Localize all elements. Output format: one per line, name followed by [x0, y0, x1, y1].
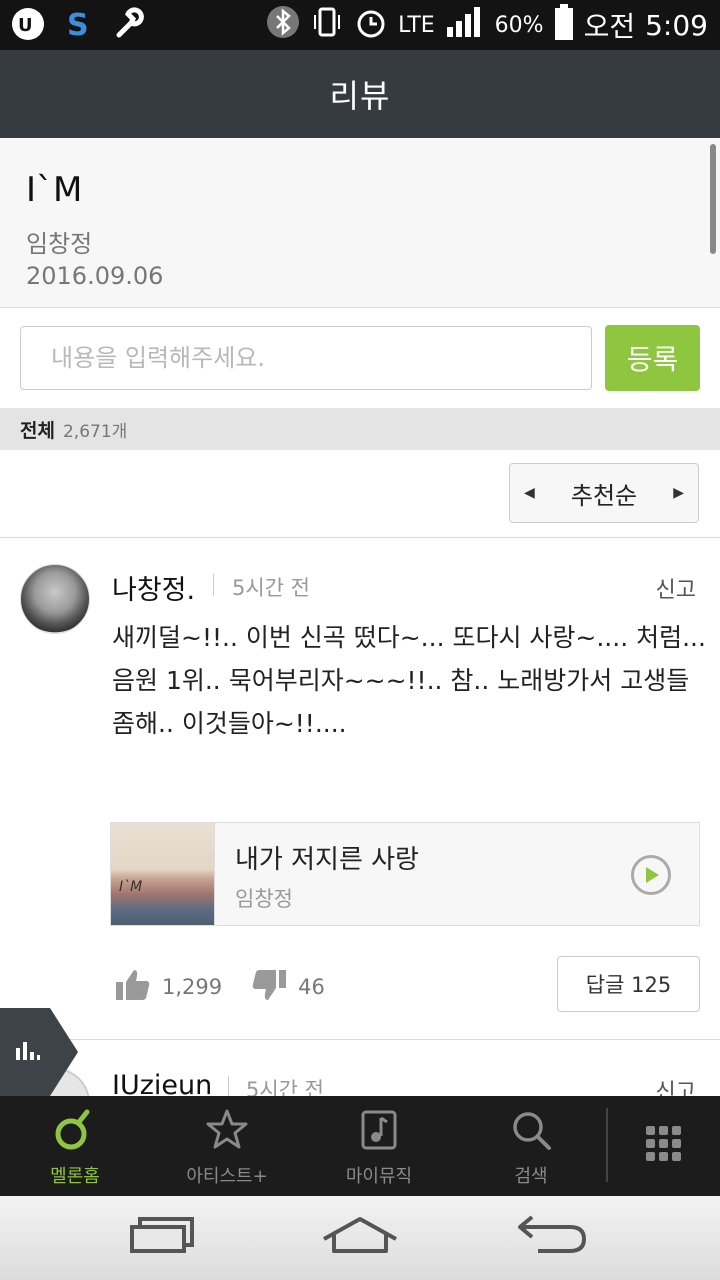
review-username[interactable]: IUzieun — [112, 1070, 212, 1096]
sort-selector[interactable]: ◀ 추천순 ▶ — [509, 463, 699, 523]
nav-label: 아티스트+ — [186, 1166, 268, 1187]
review-count-bar: 전체 2,671개 — [0, 408, 720, 450]
status-bar: U S LTE 60% 오전 5:09 — [0, 0, 720, 50]
sort-next-icon[interactable]: ▶ — [673, 485, 684, 501]
album-artist: 임창정 — [26, 230, 93, 258]
review-time: 5시간 전 — [246, 1078, 324, 1096]
review-time: 5시간 전 — [232, 576, 310, 600]
reaction-row: 1,299 46 — [114, 966, 353, 1008]
nav-my-music[interactable]: 마이뮤직 — [304, 1096, 454, 1196]
music-note-icon — [357, 1108, 401, 1156]
thumbs-down-icon[interactable] — [250, 966, 288, 1008]
nav-melon-home[interactable]: 멜론홈 — [0, 1096, 150, 1196]
alarm-icon — [354, 5, 388, 46]
svg-text:U: U — [18, 15, 33, 36]
nav-label: 검색 — [514, 1166, 548, 1187]
album-release-date: 2016.09.06 — [26, 262, 164, 290]
bottom-nav: 멜론홈 아티스트+ 마이뮤직 검색 — [0, 1096, 720, 1196]
nav-more-menu[interactable] — [614, 1096, 714, 1196]
album-title: I`M — [26, 170, 83, 210]
system-nav-bar — [0, 1196, 720, 1280]
song-title: 내가 저지른 사랑 — [235, 845, 419, 875]
clock-time: 5:09 — [645, 8, 708, 42]
comment-form: 등록 — [0, 308, 720, 408]
page-title: 리뷰 — [329, 77, 391, 115]
sort-row: ◀ 추천순 ▶ — [0, 450, 720, 538]
dislike-count: 46 — [298, 975, 325, 999]
network-type: LTE — [398, 12, 435, 38]
song-artist: 임창정 — [235, 887, 293, 911]
submit-button[interactable]: 등록 — [605, 325, 700, 391]
uplus-icon: U — [10, 6, 46, 42]
signal-icon — [445, 5, 485, 46]
nav-label: 멜론홈 — [50, 1166, 100, 1187]
melon-home-icon — [53, 1108, 97, 1156]
nav-artist-plus[interactable]: 아티스트+ — [152, 1096, 302, 1196]
star-icon — [205, 1108, 249, 1156]
wrench-icon — [110, 6, 146, 42]
report-button[interactable]: 신고 — [656, 1074, 696, 1096]
svg-text:S: S — [67, 8, 89, 41]
recent-apps-icon — [128, 1215, 198, 1259]
app-header: 리뷰 — [0, 50, 720, 138]
sort-label: 추천순 — [570, 481, 638, 510]
divider — [228, 1076, 229, 1096]
comment-input[interactable] — [20, 326, 592, 390]
scrollbar-thumb[interactable] — [710, 144, 716, 254]
report-button[interactable]: 신고 — [656, 572, 696, 604]
avatar[interactable] — [20, 564, 90, 634]
back-button[interactable] — [508, 1212, 598, 1262]
sort-prev-icon[interactable]: ◀ — [524, 485, 535, 501]
vibrate-icon — [310, 5, 344, 46]
s-app-icon: S — [60, 6, 96, 42]
thumbs-up-icon[interactable] — [114, 966, 152, 1008]
total-count: 2,671개 — [62, 421, 128, 442]
home-icon — [320, 1215, 400, 1259]
review-item: 나창정. 5시간 전 신고 새끼덜~!!.. 이번 신곡 떴다~... 또다시 … — [0, 538, 720, 1040]
grid-menu-icon — [644, 1124, 684, 1168]
play-icon[interactable] — [631, 855, 671, 895]
review-text: 새끼덜~!!.. 이번 신곡 떴다~... 또다시 사랑~.... 처럼... … — [112, 623, 706, 738]
bluetooth-icon — [266, 5, 300, 46]
song-cover-image: I`M — [111, 823, 215, 925]
side-chart-tab[interactable] — [0, 1008, 78, 1096]
album-info: I`M 임창정 2016.09.06 — [0, 138, 720, 308]
recent-apps-button[interactable] — [118, 1212, 208, 1262]
divider — [606, 1108, 608, 1182]
total-label: 전체 — [20, 419, 55, 442]
review-username[interactable]: 나창정. — [112, 568, 195, 607]
reply-button[interactable]: 답글 125 — [557, 956, 700, 1012]
back-icon — [518, 1215, 588, 1259]
battery-percent: 60% — [494, 12, 544, 38]
nav-search[interactable]: 검색 — [456, 1096, 606, 1196]
clock-period: 오전 — [583, 10, 636, 43]
attached-song-card[interactable]: I`M 내가 저지른 사랑 임창정 — [110, 822, 700, 926]
divider — [213, 574, 214, 596]
search-icon — [509, 1108, 553, 1156]
battery-icon — [554, 3, 574, 47]
review-item: IUzieun 5시간 전 신고 — [0, 1040, 720, 1096]
like-count: 1,299 — [162, 975, 223, 999]
cover-text: I`M — [119, 879, 143, 895]
nav-label: 마이뮤직 — [345, 1166, 413, 1187]
home-button[interactable] — [315, 1212, 405, 1262]
